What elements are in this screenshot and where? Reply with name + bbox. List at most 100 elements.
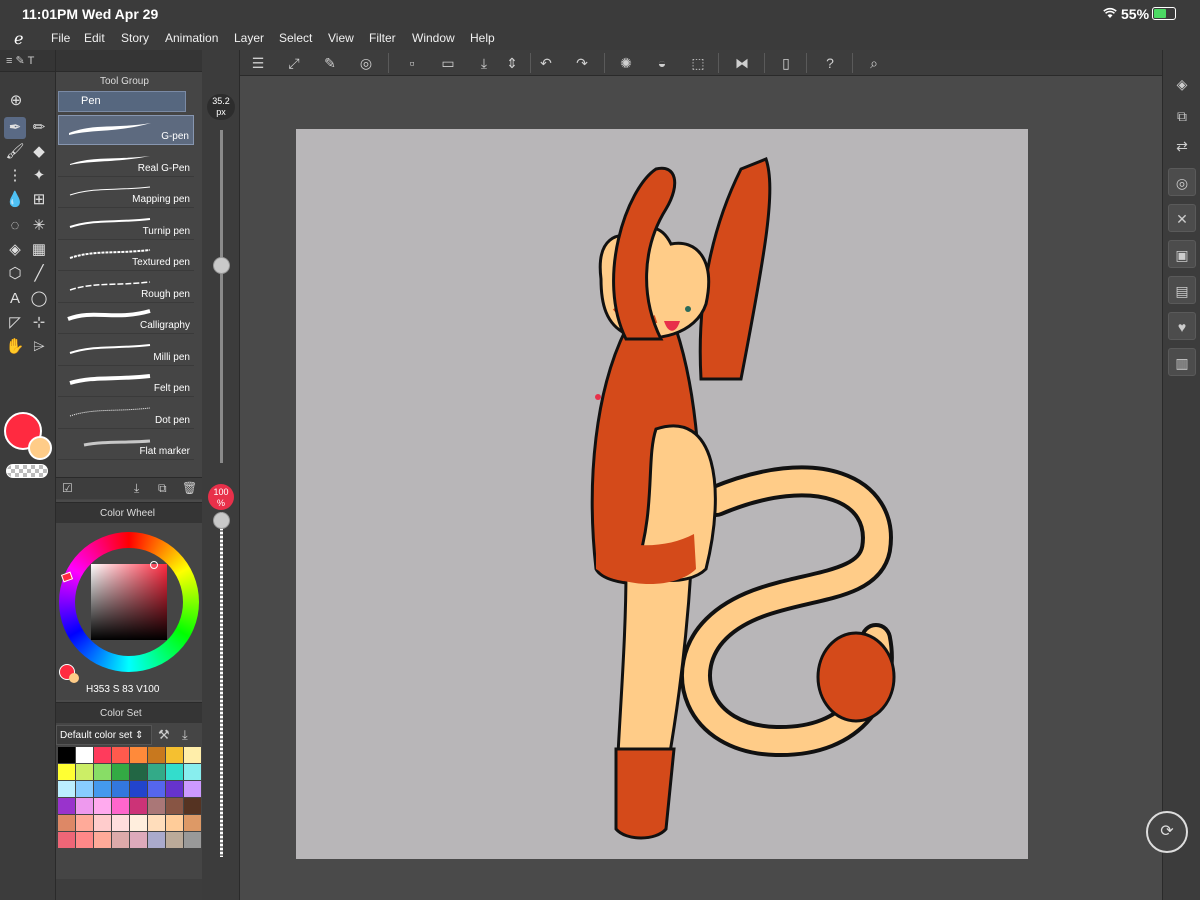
decoration-tool-icon[interactable]: ✦: [28, 165, 50, 187]
sub-tool-settings-icon[interactable]: ☑: [62, 481, 73, 495]
menu-file[interactable]: File: [51, 31, 70, 45]
color-swatch[interactable]: [184, 781, 201, 797]
tool-group-tab[interactable]: Tool Group: [100, 76, 149, 87]
color-swatch[interactable]: [94, 764, 111, 780]
color-swatch[interactable]: [184, 832, 201, 848]
pencil-tool-icon[interactable]: ✏: [28, 117, 50, 139]
pen-tool-icon[interactable]: ✒: [4, 117, 26, 139]
color-swatch[interactable]: [130, 832, 147, 848]
color-swatch[interactable]: [148, 798, 165, 814]
color-swatch[interactable]: [58, 832, 75, 848]
color-swatch[interactable]: [166, 764, 183, 780]
brush-item[interactable]: Textured pen: [58, 241, 194, 271]
menu-animation[interactable]: Animation: [165, 31, 218, 45]
canvas-property-icon[interactable]: ✎: [320, 54, 340, 72]
eyedropper-tool-icon[interactable]: ⌲: [28, 336, 50, 358]
color-swatch[interactable]: [148, 747, 165, 763]
menu-select[interactable]: Select: [279, 31, 312, 45]
brush-item[interactable]: Real G-Pen: [58, 147, 194, 177]
color-swatch[interactable]: [112, 798, 129, 814]
brush-item[interactable]: Rough pen: [58, 273, 194, 303]
app-logo-icon[interactable]: ℯ: [14, 29, 23, 49]
color-swatch[interactable]: [130, 764, 147, 780]
color-swatch[interactable]: [94, 815, 111, 831]
fill-tool-icon[interactable]: ◈: [4, 239, 26, 261]
companion-icon[interactable]: ◎: [356, 54, 376, 72]
brush-item[interactable]: Turnip pen: [58, 210, 194, 240]
grid-tool-icon[interactable]: ⊞: [28, 189, 50, 211]
color-swatch[interactable]: [58, 747, 75, 763]
color-swatch[interactable]: [184, 764, 201, 780]
eraser-tool-icon[interactable]: ◆: [28, 141, 50, 163]
brush-tool-icon[interactable]: 🖌: [4, 141, 26, 163]
delete-sub-tool-icon[interactable]: 🗑: [182, 481, 197, 495]
color-swatch[interactable]: [148, 764, 165, 780]
save-options-icon[interactable]: ⇕: [502, 54, 522, 72]
item-bank-icon[interactable]: ▥: [1168, 348, 1196, 376]
close-panel-icon[interactable]: ✕: [1168, 204, 1196, 232]
color-swatch[interactable]: [112, 747, 129, 763]
brush-item[interactable]: Mapping pen: [58, 178, 194, 208]
saturation-value-square[interactable]: [91, 564, 167, 640]
rotate-canvas-button[interactable]: ⟳: [1146, 811, 1188, 853]
color-swatch[interactable]: [130, 747, 147, 763]
color-swatch[interactable]: [58, 781, 75, 797]
brush-item[interactable]: G-pen: [58, 115, 194, 145]
transform-icon[interactable]: ⬚: [688, 54, 708, 72]
color-swatch[interactable]: [94, 781, 111, 797]
transparent-color-swatch[interactable]: [6, 464, 48, 478]
layer-property-icon[interactable]: ⧉: [1168, 102, 1196, 130]
canvas-workspace[interactable]: [240, 77, 1162, 900]
color-swatch[interactable]: [184, 798, 201, 814]
menu-layer[interactable]: Layer: [234, 31, 264, 45]
opacity-knob[interactable]: [213, 512, 230, 529]
color-swatch[interactable]: [166, 832, 183, 848]
import-color-set-icon[interactable]: ⤓: [182, 727, 188, 743]
color-swatch[interactable]: [130, 781, 147, 797]
menu-help[interactable]: Help: [470, 31, 495, 45]
brush-size-knob[interactable]: [213, 257, 230, 274]
color-swatch[interactable]: [130, 815, 147, 831]
menu-filter[interactable]: Filter: [369, 31, 396, 45]
color-picker-cursor[interactable]: [150, 561, 158, 569]
color-swatch[interactable]: [76, 798, 93, 814]
hand-tool-icon[interactable]: ✋: [4, 336, 26, 358]
color-swatch[interactable]: [112, 832, 129, 848]
brush-item[interactable]: Flat marker: [58, 430, 194, 460]
drawing-canvas[interactable]: [296, 129, 1028, 859]
color-swatch[interactable]: [76, 832, 93, 848]
duplicate-sub-tool-icon[interactable]: ⧉: [158, 481, 167, 496]
hamburger-menu-icon[interactable]: ☰: [248, 54, 268, 72]
color-swatch[interactable]: [112, 815, 129, 831]
blend-tool-icon[interactable]: 💧: [4, 189, 26, 211]
fill-icon[interactable]: ◒: [652, 54, 672, 72]
navigator-icon[interactable]: ◎: [1168, 168, 1196, 196]
magic-wand-icon[interactable]: ✳: [28, 215, 50, 237]
sub-tool-group-pen[interactable]: Pen: [58, 91, 186, 112]
undo-icon[interactable]: ↶: [536, 54, 556, 72]
zoom-window-icon[interactable]: ⌕: [864, 54, 884, 72]
layer-icon[interactable]: ◈: [1168, 70, 1196, 98]
flip-horizontal-icon[interactable]: ⧓: [732, 54, 752, 72]
color-swatch[interactable]: [166, 781, 183, 797]
color-swatch[interactable]: [94, 798, 111, 814]
canvas-size-icon[interactable]: ⤢: [284, 54, 304, 72]
color-set-dropdown[interactable]: Default color set ⇕: [56, 725, 152, 745]
brush-size-slider[interactable]: [220, 130, 223, 463]
menu-edit[interactable]: Edit: [84, 31, 105, 45]
sub-color-swatch[interactable]: [28, 436, 52, 460]
import-sub-tool-icon[interactable]: ⤓: [134, 481, 139, 496]
brush-item[interactable]: Dot pen: [58, 399, 194, 429]
color-swatch[interactable]: [76, 764, 93, 780]
ruler-tool-icon[interactable]: ⊹: [28, 312, 50, 334]
text-tool-icon[interactable]: A: [4, 288, 26, 310]
gradient-tool-icon[interactable]: ▦: [28, 239, 50, 261]
redo-icon[interactable]: ↷: [572, 54, 592, 72]
color-swatch[interactable]: [148, 781, 165, 797]
clear-selection-icon[interactable]: ✺: [616, 54, 636, 72]
sub-color-indicator[interactable]: [69, 673, 79, 683]
convert-icon[interactable]: ⇄: [1168, 132, 1196, 160]
color-swatch[interactable]: [76, 815, 93, 831]
brush-item[interactable]: Calligraphy: [58, 304, 194, 334]
auto-actions-icon[interactable]: ▤: [1168, 276, 1196, 304]
